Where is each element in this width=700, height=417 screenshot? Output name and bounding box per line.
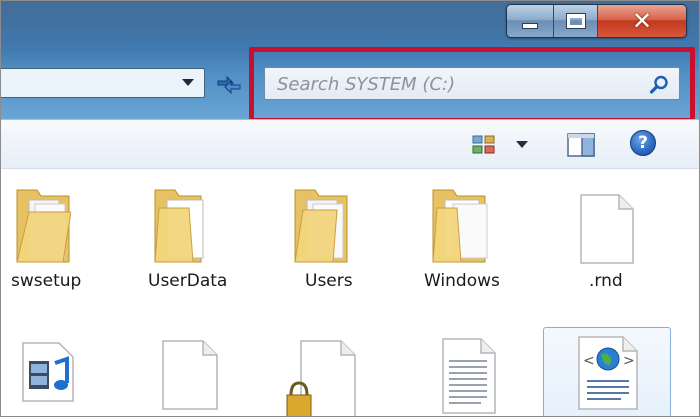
svg-text:>: > bbox=[623, 353, 635, 369]
address-dropdown-icon[interactable] bbox=[182, 79, 194, 86]
change-view-icon[interactable] bbox=[472, 135, 496, 155]
media-file-icon bbox=[22, 342, 74, 402]
file-name: Windows bbox=[424, 271, 500, 291]
help-icon: ? bbox=[638, 133, 648, 153]
close-icon: ✕ bbox=[631, 7, 653, 35]
web-file-icon: < > bbox=[578, 336, 638, 410]
close-button[interactable]: ✕ bbox=[598, 5, 686, 37]
file-name: .rnd bbox=[589, 271, 623, 291]
file-icon bbox=[580, 194, 634, 264]
list-item[interactable]: Windows bbox=[424, 271, 500, 291]
refresh-icon bbox=[217, 75, 241, 95]
maximize-button[interactable] bbox=[554, 5, 598, 37]
address-bar[interactable] bbox=[1, 68, 205, 98]
explorer-window: ✕ Search SYSTEM (C:) ? swsetup UserData … bbox=[0, 0, 700, 417]
maximize-icon bbox=[565, 13, 586, 29]
file-icon bbox=[162, 340, 218, 410]
list-item[interactable]: UserData bbox=[148, 271, 227, 291]
file-name: swsetup bbox=[11, 271, 82, 291]
preview-pane-icon[interactable] bbox=[567, 133, 595, 157]
list-item[interactable]: Users bbox=[305, 271, 353, 291]
command-bar bbox=[1, 119, 699, 169]
views-dropdown-icon[interactable] bbox=[516, 141, 528, 148]
file-name: Users bbox=[305, 271, 353, 291]
folder-icon bbox=[294, 189, 348, 263]
folder-icon bbox=[16, 189, 71, 263]
locked-file-icon bbox=[286, 340, 356, 416]
folder-icon bbox=[432, 189, 488, 263]
minimize-button[interactable] bbox=[507, 5, 554, 37]
file-name: UserData bbox=[148, 271, 228, 291]
refresh-button[interactable] bbox=[214, 70, 244, 98]
list-item[interactable]: swsetup bbox=[11, 271, 81, 291]
folder-icon bbox=[154, 189, 204, 263]
window-controls: ✕ bbox=[506, 4, 687, 38]
search-highlight-box bbox=[249, 47, 695, 123]
text-file-icon bbox=[442, 338, 496, 414]
list-item[interactable]: .rnd bbox=[589, 271, 623, 291]
minimize-icon bbox=[522, 23, 538, 29]
help-button[interactable]: ? bbox=[630, 130, 656, 156]
svg-text:<: < bbox=[583, 353, 595, 369]
